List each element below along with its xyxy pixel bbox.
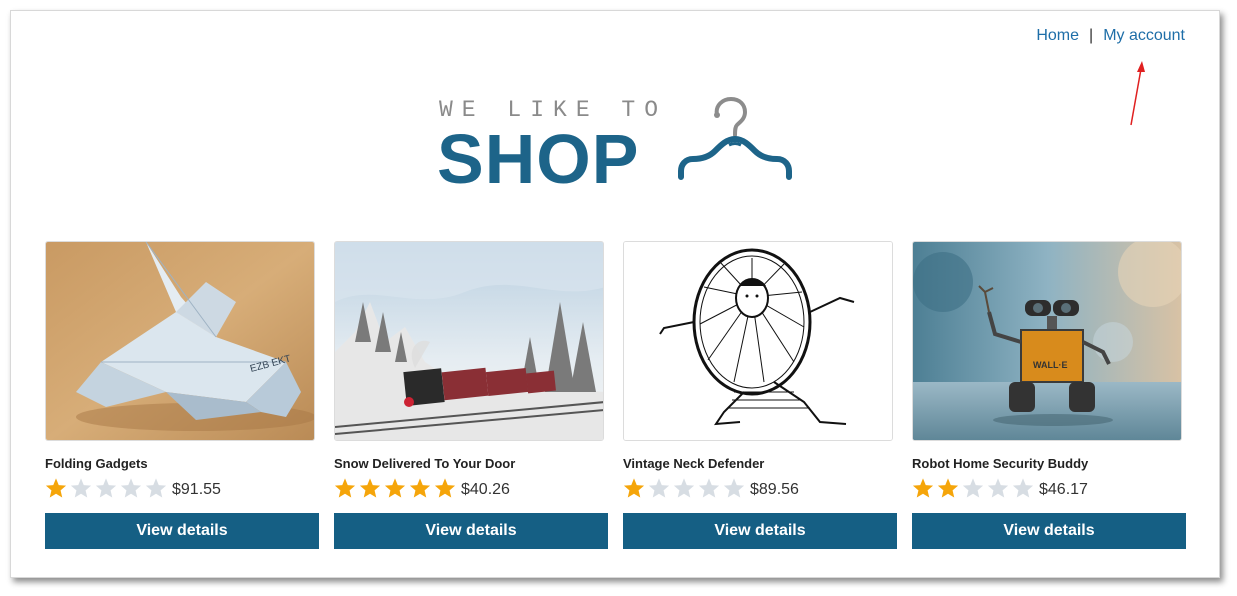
product-image-toy-robot[interactable]: WALL·E xyxy=(912,241,1182,441)
star-filled-icon xyxy=(409,478,431,498)
star-rating xyxy=(912,477,1037,499)
star-filled-icon xyxy=(45,478,67,498)
star-empty-icon xyxy=(698,478,720,498)
product-image-ruff-sketch[interactable] xyxy=(623,241,893,441)
star-empty-icon xyxy=(95,478,117,498)
product-image-snowy-train[interactable] xyxy=(334,241,604,441)
star-empty-icon xyxy=(70,478,92,498)
product-rating-row: $89.56 xyxy=(623,477,897,499)
logo-brand: SHOP xyxy=(437,120,640,198)
star-rating xyxy=(45,477,170,499)
product-price: $91.55 xyxy=(172,481,221,498)
product-card: Snow Delivered To Your Door $40.26 View … xyxy=(334,241,608,549)
product-price: $89.56 xyxy=(750,481,799,498)
star-empty-icon xyxy=(145,478,167,498)
product-price: $40.26 xyxy=(461,481,510,498)
my-account-link[interactable]: My account xyxy=(1103,27,1185,44)
product-rating-row: $46.17 xyxy=(912,477,1186,499)
product-rating-row: $91.55 xyxy=(45,477,319,499)
top-nav: Home | My account xyxy=(1036,27,1185,45)
star-empty-icon xyxy=(962,478,984,498)
star-rating xyxy=(623,477,748,499)
view-details-button[interactable]: View details xyxy=(334,513,608,549)
product-name[interactable]: Folding Gadgets xyxy=(45,456,319,471)
star-rating xyxy=(334,477,459,499)
product-rating-row: $40.26 xyxy=(334,477,608,499)
product-card: Vintage Neck Defender $89.56 View detail… xyxy=(623,241,897,549)
product-name[interactable]: Vintage Neck Defender xyxy=(623,456,897,471)
star-empty-icon xyxy=(120,478,142,498)
star-filled-icon xyxy=(434,478,456,498)
hanger-icon xyxy=(678,96,792,180)
star-filled-icon xyxy=(334,478,356,498)
product-price: $46.17 xyxy=(1039,481,1088,498)
home-link[interactable]: Home xyxy=(1036,27,1079,44)
star-empty-icon xyxy=(673,478,695,498)
star-empty-icon xyxy=(987,478,1009,498)
store-logo[interactable]: WE LIKE TO SHOP xyxy=(437,96,799,198)
nav-separator: | xyxy=(1089,27,1094,44)
star-empty-icon xyxy=(1012,478,1034,498)
star-filled-icon xyxy=(623,478,645,498)
svg-text:WALL·E: WALL·E xyxy=(1033,360,1068,370)
page-frame: Home | My account WE LIKE TO SHOP EZB EK… xyxy=(10,10,1220,578)
product-card: EZB EKT Folding Gadgets $91.55 View deta… xyxy=(45,241,319,549)
view-details-button[interactable]: View details xyxy=(45,513,319,549)
annotation-arrow-icon xyxy=(1130,61,1145,126)
star-filled-icon xyxy=(937,478,959,498)
view-details-button[interactable]: View details xyxy=(912,513,1186,549)
star-empty-icon xyxy=(723,478,745,498)
product-image-origami[interactable]: EZB EKT xyxy=(45,241,315,441)
star-filled-icon xyxy=(912,478,934,498)
product-card: WALL·E Robot Home Security Buddy $46.17 … xyxy=(912,241,1186,549)
star-filled-icon xyxy=(384,478,406,498)
product-grid: EZB EKT Folding Gadgets $91.55 View deta… xyxy=(45,241,1187,553)
view-details-button[interactable]: View details xyxy=(623,513,897,549)
product-name[interactable]: Snow Delivered To Your Door xyxy=(334,456,608,471)
product-name[interactable]: Robot Home Security Buddy xyxy=(912,456,1186,471)
star-filled-icon xyxy=(359,478,381,498)
star-empty-icon xyxy=(648,478,670,498)
